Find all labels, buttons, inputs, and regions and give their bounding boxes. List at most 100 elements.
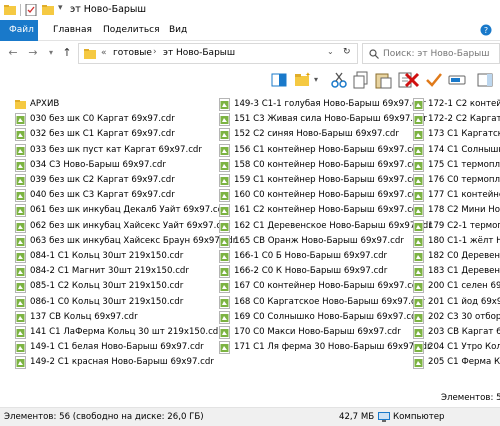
item-count: Элементов: 56 (441, 393, 500, 403)
cdr-file-icon (413, 143, 424, 157)
cdr-file-icon (413, 113, 424, 127)
recent-locations-icon[interactable]: ▾ (44, 46, 58, 60)
file-name: 180 С1-1 жёлт Ново (428, 235, 500, 246)
cdr-file-icon (15, 113, 26, 127)
cdr-file-icon (15, 189, 26, 203)
file-name: АРХИВ (30, 99, 60, 109)
computer-icon (378, 412, 390, 422)
cdr-file-icon (219, 310, 230, 324)
chevron-down-icon[interactable]: ▾ (314, 75, 318, 84)
address-bar[interactable]: « готовые › эт Ново-Барыш ⌄ ↻ (78, 43, 358, 64)
file-name: 183 С1 Деревен Но (428, 266, 500, 277)
properties-icon[interactable] (25, 4, 37, 16)
tab-share[interactable]: Поделиться (94, 20, 169, 41)
file-name: 166-2 С0 К Ново-Барыш 69х97.cdr (234, 266, 388, 277)
cdr-file-icon (413, 234, 424, 248)
file-name: 205 С1 Ферма Кол (428, 357, 500, 368)
cdr-file-icon (413, 265, 424, 279)
ribbon: Файл Главная Поделиться Вид ? (0, 20, 500, 41)
cdr-file-icon (219, 326, 230, 339)
cdr-file-icon (413, 204, 424, 218)
new-folder-icon[interactable] (42, 4, 54, 16)
file-name: 171 С1 Ля ферма 30 Ново-Барыш 69х97.cdr (234, 342, 431, 353)
cdr-file-icon (413, 158, 424, 172)
cut-icon[interactable] (330, 71, 348, 89)
file-name: 032 без шк С1 Каргат 69х97.cdr (30, 129, 175, 140)
tab-file[interactable]: Файл (0, 20, 38, 41)
file-name: 165 СВ Оранж Ново-Барыш 69х97.cdr (234, 235, 404, 246)
breadcrumb-overflow[interactable]: « (101, 48, 107, 58)
cdr-file-icon (15, 174, 26, 187)
cdr-file-icon (15, 143, 26, 157)
search-box[interactable] (362, 43, 500, 64)
folder-icon (15, 100, 26, 109)
delete-icon[interactable] (403, 71, 421, 89)
title-bar: ▾ эт Ново-Барыш (0, 0, 500, 20)
breadcrumb-item[interactable]: эт Ново-Барыш (163, 48, 235, 58)
file-name: 177 С1 контейнер (428, 190, 500, 201)
cdr-file-icon (15, 280, 26, 294)
file-name: 174 С1 Солнышко (428, 144, 500, 155)
cdr-file-icon (15, 310, 26, 324)
chevron-down-icon[interactable]: ⌄ (327, 47, 334, 56)
paste-icon[interactable] (374, 71, 392, 89)
cdr-file-icon (15, 295, 26, 309)
search-input[interactable] (383, 47, 495, 61)
file-name: 034 С3 Ново-Барыш 69х97.cdr (30, 159, 166, 170)
file-name: 202 С3 30 отборн (428, 311, 500, 322)
forward-icon[interactable]: → (26, 46, 40, 60)
file-name: 162 С1 Деревенское Ново-Барыш 69х97.cdr (234, 220, 432, 231)
chevron-right-icon[interactable]: › (153, 47, 157, 57)
file-name: 085-1 С2 Кольц 30шт 219х150.cdr (30, 281, 184, 292)
file-name: 168 С0 Каргатское Ново-Барыш 69х97.cdr (234, 296, 425, 307)
up-icon[interactable]: ↑ (60, 46, 74, 60)
file-name: 173 С1 Каргатское (428, 129, 500, 140)
file-name: 179 С2-1 термопле (428, 220, 500, 231)
copy-icon[interactable] (352, 71, 370, 89)
cdr-file-icon (413, 326, 424, 339)
file-name: 061 без шк инкубац Декалб Уайт 69х97.cdr (30, 205, 227, 216)
tab-home[interactable]: Главная (44, 20, 101, 41)
cdr-file-icon (413, 356, 424, 370)
new-folder-icon[interactable]: ✦ (294, 71, 312, 89)
file-name: 204 С1 Утро Кольц (428, 342, 500, 353)
cdr-file-icon (219, 234, 230, 248)
cdr-file-icon (219, 128, 230, 142)
cdr-file-icon (219, 174, 230, 187)
cdr-file-icon (219, 158, 230, 172)
file-name: 030 без шк С0 Каргат 69х97.cdr (30, 114, 175, 125)
search-icon (369, 49, 379, 59)
item-count-row: Элементов: 56 (0, 391, 500, 407)
cdr-file-icon (413, 98, 424, 111)
rename-icon[interactable] (448, 71, 466, 89)
status-location: Компьютер (393, 412, 445, 422)
cdr-file-icon (15, 356, 26, 370)
file-list[interactable]: АРХИВ 030 без шк С0 Каргат 69х97.cdr 032 б… (0, 94, 500, 391)
cdr-file-icon (15, 326, 26, 339)
cdr-file-icon (219, 265, 230, 279)
file-name: 156 С1 контейнер Ново-Барыш 69х97.cdr (234, 144, 421, 155)
file-name: 086-1 С0 Кольц 30шт 219х150.cdr (30, 296, 184, 307)
file-name: 176 С0 термоплен (428, 175, 500, 185)
customize-quick-access-icon[interactable]: ▾ (58, 3, 63, 13)
cdr-file-icon (219, 219, 230, 233)
tab-view[interactable]: Вид (160, 20, 196, 41)
cdr-file-icon (413, 310, 424, 324)
file-name: 161 С2 контейнер Ново-Барыш 69х97.cdr (234, 205, 421, 216)
cdr-file-icon (15, 234, 26, 248)
help-icon[interactable]: ? (480, 24, 492, 36)
breadcrumb-item[interactable]: готовые (113, 48, 152, 58)
cdr-file-icon (219, 341, 230, 355)
confirm-icon[interactable] (425, 71, 443, 89)
cdr-file-icon (413, 341, 424, 355)
folder-icon (84, 49, 96, 59)
file-name: 137 СВ Кольц 69х97.cdr (30, 311, 138, 322)
refresh-icon[interactable]: ↻ (343, 47, 351, 57)
status-selection: Элементов: 56 (свободно на диске: 26,0 Г… (4, 412, 204, 422)
details-pane-icon[interactable] (476, 71, 494, 89)
preview-pane-icon[interactable] (270, 71, 288, 89)
cdr-file-icon (219, 143, 230, 157)
back-icon[interactable]: ← (6, 46, 20, 60)
toolbar: ✦ ▾ (0, 66, 500, 94)
file-name: 158 С0 контейнер Ново-Барыш 69х97.cdr (234, 159, 421, 170)
